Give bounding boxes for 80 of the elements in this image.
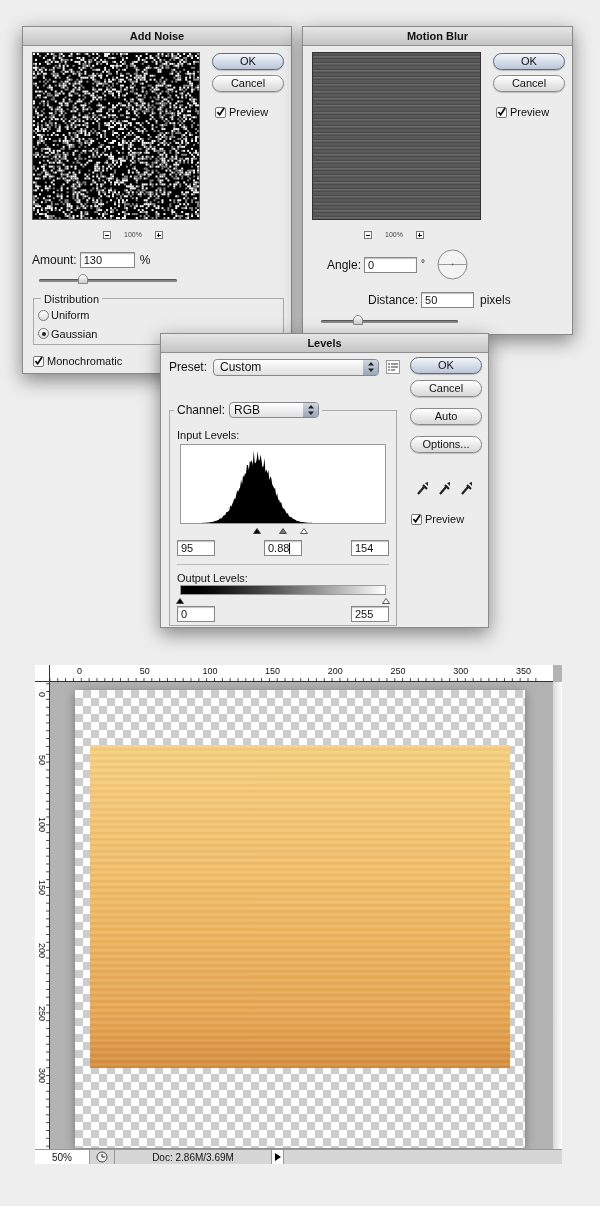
ruler-label: 100: [202, 667, 218, 676]
slider-thumb[interactable]: [353, 315, 363, 325]
slider-triangle[interactable]: [252, 528, 261, 534]
preview-label: Preview: [229, 105, 269, 120]
amount-label: Amount:: [32, 252, 77, 269]
output-levels-label: Output Levels:: [177, 571, 248, 586]
option-label: Gaussian: [51, 326, 98, 342]
amount-field[interactable]: 130: [79, 252, 135, 268]
unit-label: °: [421, 257, 426, 271]
eyedropper-icon[interactable]: [417, 481, 429, 495]
ruler-label: 200: [37, 942, 46, 958]
ruler-label: 350: [515, 667, 531, 676]
zoom-in-button[interactable]: [415, 231, 424, 240]
dialog-button[interactable]: Cancel: [212, 75, 284, 92]
checkbox[interactable]: [33, 355, 44, 367]
dialog-title: Levels: [307, 335, 342, 351]
slider-thumb[interactable]: [78, 274, 89, 284]
unit-label: %: [139, 252, 151, 269]
ruler-label: 100: [37, 817, 46, 833]
clock-icon[interactable]: [96, 1151, 108, 1163]
ruler-label: 50: [37, 754, 46, 765]
ruler-label: 0: [37, 692, 46, 697]
dialog-title: Motion Blur: [406, 28, 469, 44]
eyedropper-icon[interactable]: [439, 481, 451, 495]
checkbox[interactable]: [215, 106, 226, 118]
dialog-button[interactable]: OK: [410, 357, 482, 374]
stepper-arrows-icon: [363, 359, 378, 375]
input-levels-label: Input Levels:: [177, 428, 240, 443]
dialog-button[interactable]: Auto: [410, 408, 482, 425]
eyedropper-icon[interactable]: [461, 481, 473, 495]
preview-label: Preview: [510, 105, 550, 120]
ruler-label: 0: [77, 667, 82, 676]
ruler-label: 150: [265, 667, 281, 676]
preview-label: Preview: [425, 512, 465, 527]
input-level-field[interactable]: 154: [351, 540, 389, 556]
dialog-title: Add Noise: [129, 28, 185, 44]
dialog-button[interactable]: OK: [212, 53, 284, 70]
slider-triangle[interactable]: [300, 528, 309, 534]
ruler-label: 250: [390, 667, 406, 676]
stepper-arrows-icon: [303, 403, 319, 417]
input-level-field[interactable]: 0.88: [264, 540, 302, 556]
radio-button[interactable]: [38, 328, 49, 340]
ruler-label: 300: [453, 667, 469, 676]
status-menu-button[interactable]: [272, 1150, 284, 1164]
monochromatic-label: Monochromatic: [47, 354, 123, 369]
distance-label: Distance:: [368, 292, 419, 309]
preset-label: Preset:: [169, 359, 207, 376]
ruler-label: 150: [37, 880, 46, 896]
output-level-field[interactable]: 0: [177, 606, 215, 622]
dialog-button[interactable]: OK: [493, 53, 565, 70]
checkbox[interactable]: [496, 106, 507, 118]
preset-menu-icon[interactable]: [386, 360, 400, 374]
angle-label: Angle:: [327, 257, 362, 274]
ruler-label: 300: [37, 1068, 46, 1084]
zoom-out-button[interactable]: [103, 231, 111, 240]
zoom-in-button[interactable]: [154, 231, 163, 240]
radio-button[interactable]: [38, 309, 49, 321]
zoom-out-button[interactable]: [364, 231, 372, 240]
slider-triangle[interactable]: [382, 598, 390, 604]
distance-field[interactable]: 50: [421, 292, 475, 308]
ruler-label: 50: [139, 667, 150, 676]
output-level-field[interactable]: 255: [351, 606, 389, 622]
preset-dropdown[interactable]: Custom: [213, 358, 379, 376]
dialog-button[interactable]: Cancel: [493, 75, 565, 92]
zoom-field[interactable]: 50%: [35, 1150, 90, 1164]
option-label: Uniform: [51, 308, 90, 323]
dialog-button[interactable]: Options...: [410, 436, 482, 453]
channel-label: Channel:: [177, 402, 226, 419]
slider-triangle[interactable]: [278, 528, 287, 534]
unit-label: pixels: [480, 292, 511, 309]
play-icon: [274, 1153, 281, 1161]
ruler-label: 250: [37, 1005, 46, 1021]
angle-field[interactable]: 0: [364, 257, 418, 273]
ruler-label: 200: [327, 667, 343, 676]
slider-triangle[interactable]: [176, 598, 184, 604]
dialog-button[interactable]: Cancel: [410, 380, 482, 397]
checkbox[interactable]: [411, 513, 422, 525]
input-level-field[interactable]: 95: [177, 540, 215, 556]
channel-dropdown[interactable]: RGB: [229, 402, 320, 418]
angle-dial[interactable]: [437, 249, 468, 280]
